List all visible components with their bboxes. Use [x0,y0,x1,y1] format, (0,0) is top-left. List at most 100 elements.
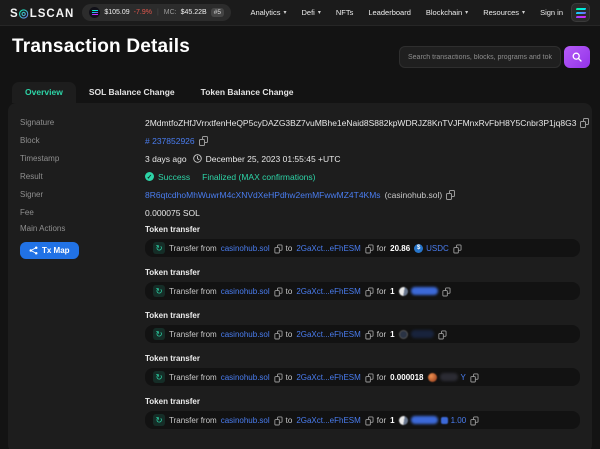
transfer-icon: ↻ [153,371,165,383]
token-icon-redacted [428,373,437,382]
to-address-link[interactable]: 2GaXct...eFhESM [296,416,360,425]
tab-token-balance-change[interactable]: Token Balance Change [188,82,307,103]
result-status: Success [158,172,190,182]
from-address-link[interactable]: casinohub.sol [221,287,270,296]
search-button[interactable] [564,46,590,68]
transfer-amount: 20.86 [390,244,410,253]
transfer-icon: ↻ [153,242,165,254]
copy-icon[interactable] [470,373,477,381]
rank-badge: #5 [211,8,224,17]
tx-map-button[interactable]: Tx Map [20,242,79,259]
logo-o-glyph: ◎ [19,8,30,20]
from-address-link[interactable]: casinohub.sol [221,330,270,339]
timestamp-row: Timestamp 3 days ago December 25, 2023 0… [20,152,580,165]
chevron-down-icon: ▾ [522,9,525,16]
copy-icon[interactable] [274,373,281,381]
fee-value: 0.000075 SOL [145,208,200,218]
token-icon-redacted [399,330,408,339]
chevron-down-icon: ▾ [283,9,286,16]
token-name-redacted [440,373,458,381]
transfer-icon: ↻ [153,328,165,340]
search-box [399,46,590,68]
mc-value: $45.22B [181,9,207,16]
copy-icon[interactable] [365,244,372,252]
from-address-link[interactable]: casinohub.sol [221,416,270,425]
result-confirmations: Finalized (MAX confirmations) [202,172,315,182]
solscan-transaction-page: S◎LSCAN $105.09 -7.9% | MC: $45.22B #5 A… [0,0,600,449]
block-link[interactable]: # 237852926 [145,136,195,146]
nav-item-leaderboard[interactable]: Leaderboard [368,8,411,17]
chevron-down-icon: ▾ [318,9,321,16]
nav-item-defi[interactable]: Defi ▾ [301,8,320,17]
tab-sol-balance-change[interactable]: SOL Balance Change [76,82,188,103]
tab-overview[interactable]: Overview [12,82,76,103]
copy-icon[interactable] [365,330,372,338]
token-name-link[interactable]: Y [461,373,466,382]
nav-item-nfts[interactable]: NFTs [336,8,354,17]
nav-item-sign-in[interactable]: Sign in [540,8,563,17]
timestamp-absolute: December 25, 2023 01:55:45 +UTC [206,154,341,164]
token-icon-redacted [399,416,408,425]
from-address-link[interactable]: casinohub.sol [221,373,270,382]
to-address-link[interactable]: 2GaXct...eFhESM [296,244,360,253]
copy-icon[interactable] [199,136,207,145]
result-label: Result [20,172,145,181]
token-chip: Y [428,373,466,382]
nav-item-resources[interactable]: Resources ▾ [483,8,525,17]
sol-price-change: -7.9% [134,9,152,16]
token-transfer-row: ↻ Transfer from casinohub.sol to 2GaXct.… [145,368,580,386]
token-name-link[interactable]: USDC [426,244,449,253]
copy-icon[interactable] [365,287,372,295]
copy-icon[interactable] [274,416,281,424]
token-transfer-row: ↻ Transfer from casinohub.sol to 2GaXct.… [145,282,580,300]
tab-bar: Overview SOL Balance Change Token Balanc… [12,82,600,103]
copy-icon[interactable] [274,330,281,338]
solana-logo-icon [575,8,586,10]
result-row: Result ✓ Success Finalized (MAX confirma… [20,170,580,183]
copy-icon[interactable] [365,373,372,381]
to-address-link[interactable]: 2GaXct...eFhESM [296,330,360,339]
token-transfer-section: Token transfer ↻ Transfer from casinohub… [145,225,580,257]
token-name-redacted [411,287,438,295]
fee-row: Fee 0.000075 SOL [20,206,580,219]
token-transfer-section: Token transfer ↻ Transfer from casinohub… [145,397,580,429]
sol-price-pill[interactable]: $105.09 -7.9% | MC: $45.22B #5 [82,4,231,21]
copy-icon[interactable] [446,190,454,199]
copy-icon[interactable] [442,287,449,295]
search-input[interactable] [399,46,561,68]
copy-icon[interactable] [471,416,478,424]
transfer-icon: ↻ [153,285,165,297]
block-label: Block [20,136,145,145]
token-transfer-section: Token transfer ↻ Transfer from casinohub… [145,354,580,386]
copy-icon[interactable] [438,330,445,338]
token-transfer-heading: Token transfer [145,397,580,406]
copy-icon[interactable] [365,416,372,424]
signature-label: Signature [20,118,145,127]
sol-price: $105.09 [104,9,129,16]
solscan-logo[interactable]: S◎LSCAN [10,6,74,20]
to-address-link[interactable]: 2GaXct...eFhESM [296,287,360,296]
copy-icon[interactable] [580,118,588,127]
solana-network-button[interactable] [571,3,590,22]
fee-label: Fee [20,208,145,217]
main-actions-row: Main Actions Tx Map Token transfer ↻ Tra… [20,224,580,440]
nav-item-blockchain[interactable]: Blockchain ▾ [426,8,468,17]
to-address-link[interactable]: 2GaXct...eFhESM [296,373,360,382]
navbar: S◎LSCAN $105.09 -7.9% | MC: $45.22B #5 A… [0,0,600,26]
token-transfer-heading: Token transfer [145,225,580,234]
nav-menu: Analytics ▾ Defi ▾ NFTs Leaderboard Bloc… [250,8,563,17]
token-transfer-row: ↻ Transfer from casinohub.sol to 2GaXct.… [145,411,580,429]
copy-icon[interactable] [453,244,460,252]
timestamp-label: Timestamp [20,154,145,163]
copy-icon[interactable] [274,244,281,252]
token-transfer-section: Token transfer ↻ Transfer from casinohub… [145,311,580,343]
token-transfer-heading: Token transfer [145,311,580,320]
copy-icon[interactable] [274,287,281,295]
signer-address-link[interactable]: 8R6qtcdhoMhWuwrM4cXNVdXeHPdhw2emMFwwMZ4T… [145,190,381,200]
solana-coin-icon [89,7,100,18]
token-transfer-heading: Token transfer [145,354,580,363]
signature-value: 2MdmtfoZHfJVrrxtfenHeQP5cyDAZG3BZ7vuMBhe… [145,118,576,128]
nav-item-analytics[interactable]: Analytics ▾ [250,8,286,17]
from-address-link[interactable]: casinohub.sol [221,244,270,253]
search-icon [572,52,582,62]
